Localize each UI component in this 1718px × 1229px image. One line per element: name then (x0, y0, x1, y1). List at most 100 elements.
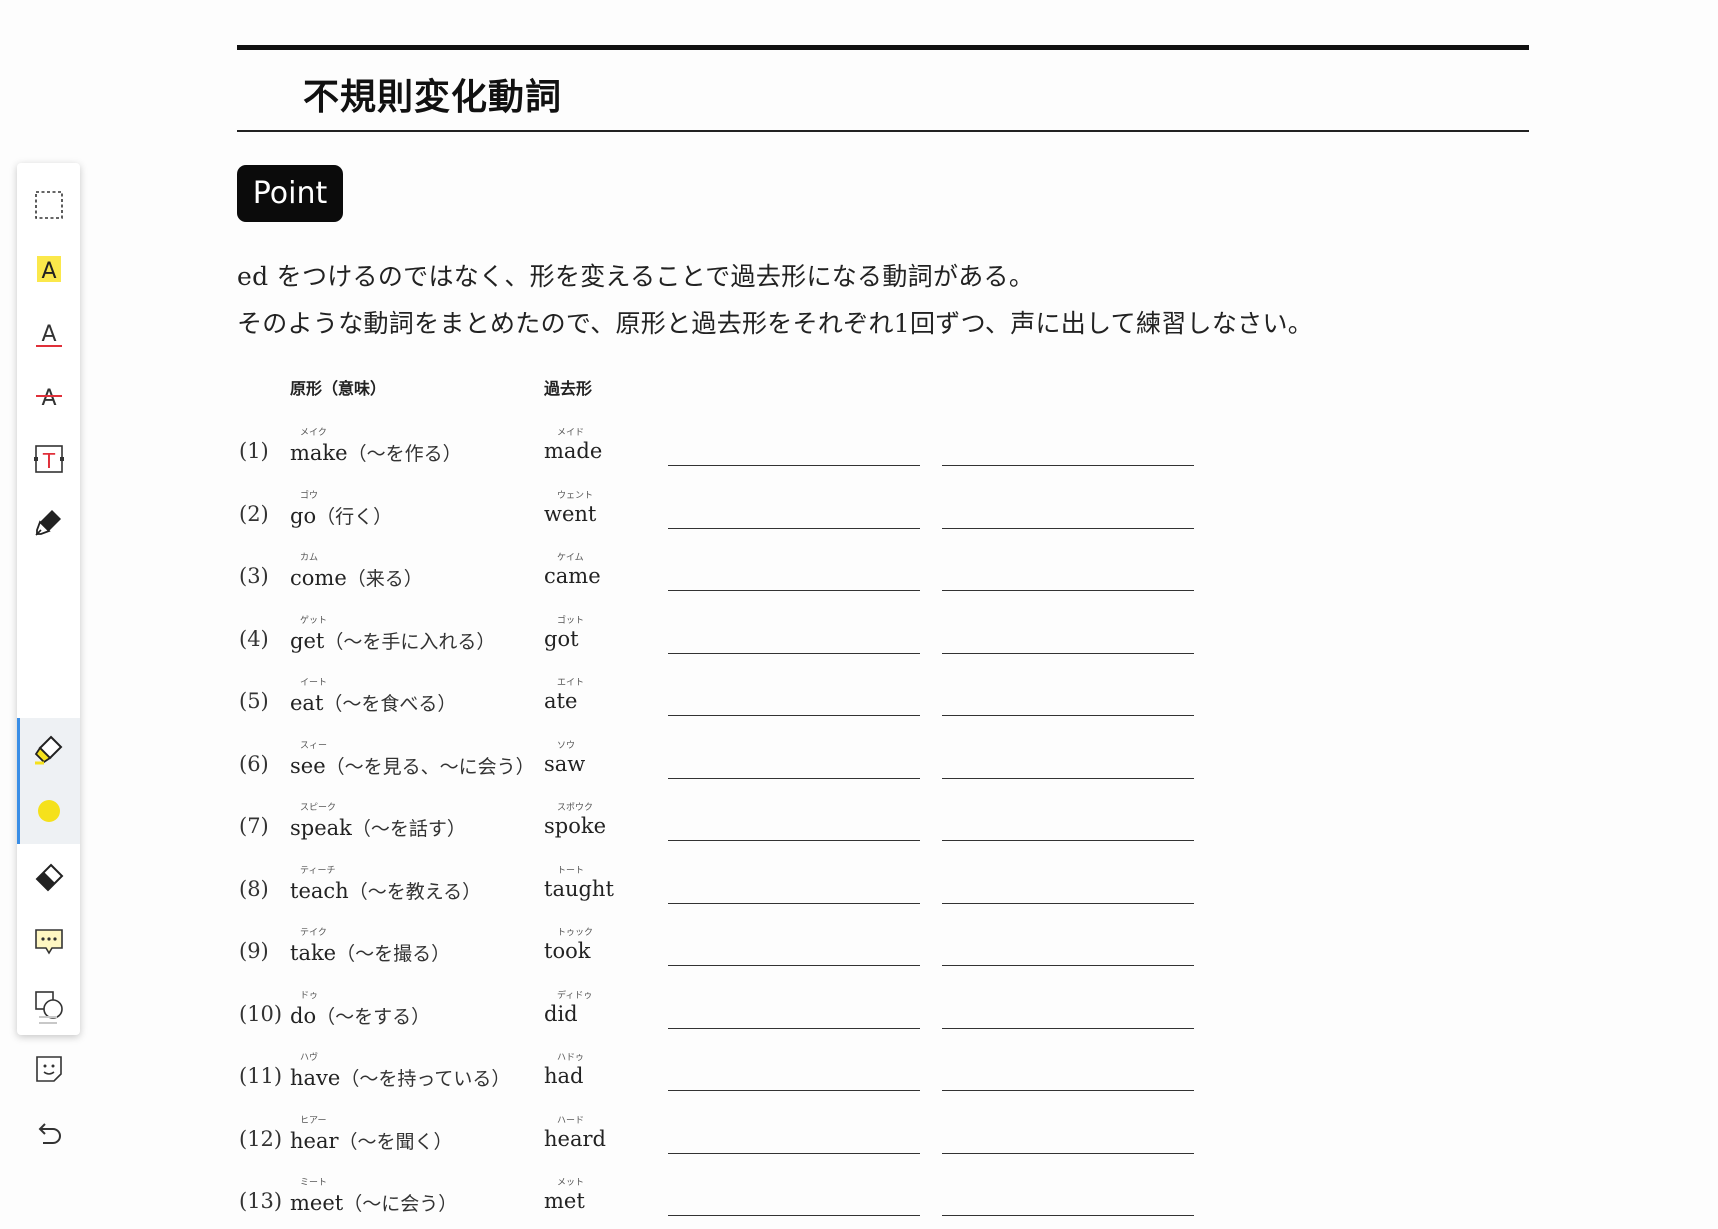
practice-line-1[interactable] (668, 1027, 920, 1029)
base-form: come（来る） (290, 564, 423, 591)
intro-line-2: そのような動詞をまとめたので、原形と過去形をそれぞれ1回ずつ、声に出して練習しな… (237, 309, 1314, 338)
title-rule-bottom (237, 130, 1529, 132)
verb-row: カム ケイム (3) come（来る） came (0, 542, 1718, 604)
practice-line-1[interactable] (668, 840, 920, 841)
base-word: meet (290, 1191, 344, 1215)
past-form: heard (544, 1126, 606, 1151)
base-reading: テイク (300, 928, 327, 938)
verb-row: ティーチ トート (8) teach（～を教える） taught (0, 855, 1718, 917)
selection-tool[interactable] (17, 179, 80, 231)
practice-line-2[interactable] (942, 965, 1194, 966)
base-word: make (290, 441, 348, 465)
base-form: meet（～に会う） (290, 1189, 457, 1216)
practice-line-1[interactable] (668, 777, 920, 779)
practice-line-1[interactable] (668, 652, 920, 654)
base-meaning: （～を聞く） (338, 1130, 453, 1153)
item-number: (4) (239, 626, 269, 651)
base-meaning: （行く） (316, 505, 393, 528)
practice-line-2[interactable] (942, 1215, 1194, 1216)
item-number: (9) (239, 939, 269, 963)
practice-line-1[interactable] (668, 902, 920, 904)
base-reading: スピーク (300, 803, 337, 813)
practice-line-1[interactable] (668, 527, 920, 529)
base-form: make（～を作る） (290, 439, 462, 466)
verb-row: ミート メット (13) meet（～に会う） met (0, 1167, 1718, 1229)
base-reading: カム (300, 553, 319, 563)
verb-row: テイク トゥック (9) take（～を撮る） took (0, 917, 1718, 979)
practice-line-2[interactable] (942, 840, 1194, 841)
item-number: (12) (239, 1126, 283, 1151)
practice-line-2[interactable] (942, 465, 1194, 466)
practice-line-1[interactable] (668, 1215, 920, 1216)
item-number: (8) (239, 876, 269, 901)
base-reading: ゴウ (300, 490, 319, 501)
practice-line-1[interactable] (668, 965, 920, 966)
past-reading: ケイム (557, 553, 584, 563)
highlight-text-tool[interactable]: A (17, 243, 80, 295)
base-word: speak (290, 816, 352, 840)
base-reading: ハヴ (300, 1053, 319, 1063)
base-form: eat（～を食べる） (290, 689, 456, 716)
base-word: teach (290, 878, 349, 903)
verb-row: メイク メイド (1) make（～を作る） made (0, 417, 1718, 479)
past-reading: ディドゥ (557, 990, 593, 1001)
strikethrough-text-tool[interactable]: A (17, 369, 80, 421)
practice-line-1[interactable] (668, 715, 920, 716)
item-number: (6) (239, 751, 269, 776)
underline-letter: A (41, 322, 56, 347)
base-form: speak（～を話す） (290, 814, 466, 841)
base-meaning: （～を作る） (347, 443, 462, 465)
base-word: hear (290, 1128, 339, 1153)
base-meaning: （～を教える） (348, 880, 482, 903)
dashed-rectangle-icon (34, 191, 63, 219)
base-meaning: （～を撮る） (336, 943, 451, 965)
practice-line-2[interactable] (942, 902, 1194, 904)
base-form: take（～を撮る） (290, 939, 450, 966)
past-reading: ゴット (557, 615, 585, 626)
past-reading: メット (557, 1178, 585, 1188)
strikethrough-a-icon: A (35, 386, 62, 411)
practice-line-1[interactable] (668, 465, 920, 466)
base-meaning: （～を持っている） (340, 1068, 511, 1090)
past-form: went (544, 501, 597, 526)
verb-row: スピーク スポウク (7) speak（～を話す） spoke (0, 792, 1718, 854)
past-form: had (544, 1064, 584, 1088)
intro-line-1: ed をつけるのではなく、形を変えることで過去形になる動詞がある。 (237, 262, 1035, 291)
base-form: hear（～を聞く） (290, 1127, 453, 1154)
practice-line-2[interactable] (942, 590, 1194, 591)
base-reading: ドゥ (300, 990, 319, 1001)
base-meaning: （～を食べる） (323, 693, 457, 715)
past-reading: スポウク (557, 803, 594, 813)
past-form: got (544, 626, 579, 651)
base-reading: ティーチ (300, 865, 336, 876)
past-form: came (544, 564, 601, 588)
base-form: teach（～を教える） (290, 877, 481, 904)
base-reading: ミート (300, 1178, 328, 1188)
practice-line-1[interactable] (668, 590, 920, 591)
verb-row: ヒアー ハード (12) hear（～を聞く） heard (0, 1105, 1718, 1167)
item-number: (7) (239, 814, 269, 838)
base-word: eat (290, 691, 324, 715)
base-meaning: （～をする） (316, 1005, 431, 1028)
column-header-base: 原形（意味） (290, 379, 387, 398)
highlight-letter: A (41, 259, 56, 284)
base-word: see (290, 753, 326, 778)
verb-row: イート エイト (5) eat（～を食べる） ate (0, 667, 1718, 729)
practice-line-2[interactable] (942, 715, 1194, 716)
past-reading: ウェント (557, 490, 594, 501)
practice-line-1[interactable] (668, 1152, 920, 1154)
practice-line-2[interactable] (942, 652, 1194, 654)
practice-line-2[interactable] (942, 777, 1194, 779)
practice-line-2[interactable] (942, 527, 1194, 529)
past-reading: ハドゥ (557, 1053, 585, 1063)
base-form: get（～を手に入れる） (290, 627, 495, 654)
base-word: get (290, 628, 325, 653)
practice-line-2[interactable] (942, 1027, 1194, 1029)
practice-line-2[interactable] (942, 1090, 1194, 1091)
underline-text-tool[interactable]: A (17, 307, 80, 359)
base-reading: ゲット (300, 615, 328, 626)
practice-line-1[interactable] (668, 1090, 920, 1091)
past-form: took (544, 939, 591, 963)
practice-line-2[interactable] (942, 1152, 1194, 1154)
verb-row: ゴウ ウェント (2) go（行く） went (0, 480, 1718, 542)
